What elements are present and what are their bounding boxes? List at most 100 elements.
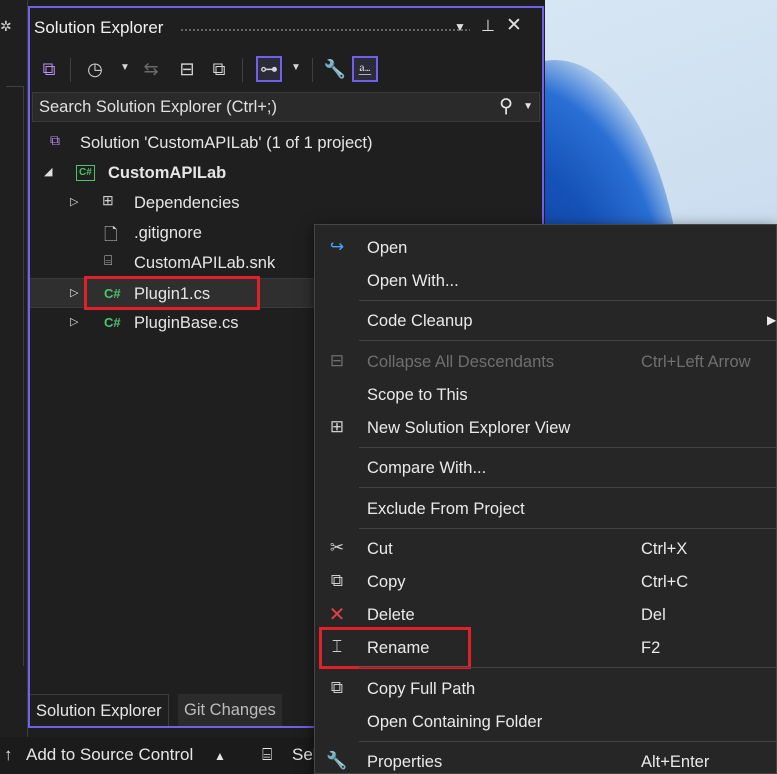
csharp-project-icon: C# xyxy=(76,165,95,181)
status-bar: ↑ Add to Source Control ▲ ⌸ Sel xyxy=(0,737,320,774)
menu-separator xyxy=(359,741,777,742)
tree-item-label: Dependencies xyxy=(134,194,240,212)
panel-toolbar: ⧉ ◷ ▼ ⇆ ⊟ ⧉ ⊶ ▼ 🔧 ⎁ xyxy=(30,50,542,90)
open-arrow-icon: ↪ xyxy=(329,237,345,256)
menu-item-open-with[interactable]: Open With... xyxy=(315,266,777,298)
menu-item-label: Exclude From Project xyxy=(367,500,525,518)
menu-separator xyxy=(359,528,777,529)
menu-item-label: Scope to This xyxy=(367,386,468,404)
menu-item-label: Open Containing Folder xyxy=(367,713,543,731)
adjacent-panel: ✲ xyxy=(0,0,28,740)
menu-item-properties[interactable]: 🔧 Properties Alt+Enter xyxy=(315,747,777,774)
delete-x-icon: ✕ xyxy=(328,604,346,626)
menu-separator xyxy=(359,447,777,448)
menu-separator xyxy=(359,667,777,668)
menu-item-label: Collapse All Descendants xyxy=(367,353,555,371)
repository-icon: ⌸ xyxy=(262,745,273,764)
toolbar-separator xyxy=(242,58,243,82)
preview-selected-items-icon[interactable]: ⎁ xyxy=(352,56,378,82)
tree-view-icon[interactable]: ⊶ xyxy=(256,56,282,82)
menu-item-copy-full-path[interactable]: ⧉ Copy Full Path xyxy=(315,674,777,706)
menu-item-exclude[interactable]: Exclude From Project xyxy=(315,494,777,526)
menu-item-cut[interactable]: ✂ Cut Ctrl+X xyxy=(315,534,777,566)
copy-icon: ⧉ xyxy=(330,678,344,697)
menu-item-open-containing-folder[interactable]: Open Containing Folder xyxy=(315,707,777,739)
tree-item-solution[interactable]: ⧉ Solution 'CustomAPILab' (1 of 1 projec… xyxy=(30,128,542,158)
menu-item-scope-to-this[interactable]: Scope to This xyxy=(315,380,777,412)
menu-item-shortcut: Ctrl+X xyxy=(641,540,688,558)
add-to-source-control-button[interactable]: Add to Source Control xyxy=(26,745,193,765)
search-input[interactable]: Search Solution Explorer (Ctrl+;) xyxy=(39,98,277,117)
key-file-icon: ⌸ xyxy=(104,252,113,268)
menu-item-label: Copy xyxy=(367,573,406,591)
menu-item-compare-with[interactable]: Compare With... xyxy=(315,453,777,485)
dependencies-icon: ⊞ xyxy=(102,192,114,208)
menu-separator xyxy=(359,340,777,341)
search-options-chevron-icon[interactable]: ▼ xyxy=(523,101,533,112)
file-icon: 🗋 xyxy=(104,225,118,244)
window-position-dropdown-icon[interactable]: ▼ xyxy=(450,20,470,34)
switch-views-icon[interactable]: ⧉ xyxy=(36,56,62,82)
menu-item-collapse-all: ⊟ Collapse All Descendants Ctrl+Left Arr… xyxy=(315,347,777,379)
search-icon[interactable]: ⚲ xyxy=(499,95,513,118)
sync-with-document-icon: ⇆ xyxy=(143,59,159,79)
toolbar-separator xyxy=(70,58,71,82)
show-all-files-icon[interactable]: ⧉ xyxy=(206,56,232,82)
tree-item-project[interactable]: ◢ C# CustomAPILab xyxy=(30,158,542,188)
close-icon[interactable]: ✕ xyxy=(504,14,524,37)
copy-icon: ⧉ xyxy=(330,571,344,590)
adjacent-panel-frame xyxy=(6,86,24,666)
wrench-icon[interactable]: 🔧 xyxy=(322,56,348,82)
submenu-arrow-icon: ▶ xyxy=(767,313,777,327)
arrow-up-icon: ↑ xyxy=(4,745,13,764)
menu-item-label: Open xyxy=(367,239,408,257)
menu-item-open[interactable]: ↪ Open xyxy=(315,233,777,265)
expanded-triangle-icon[interactable]: ◢ xyxy=(44,165,52,178)
panel-title: Solution Explorer xyxy=(34,18,164,37)
pin-icon[interactable]: ⊥ xyxy=(478,16,498,36)
highlight-box-rename xyxy=(319,627,471,669)
collapsed-triangle-icon[interactable]: ▷ xyxy=(70,286,78,299)
menu-item-shortcut: Alt+Enter xyxy=(641,753,710,771)
search-box[interactable]: Search Solution Explorer (Ctrl+;) ⚲ ▼ xyxy=(32,92,540,122)
drag-grip[interactable] xyxy=(180,28,470,33)
chevron-up-icon[interactable]: ▲ xyxy=(214,749,226,763)
select-repository-button[interactable]: Sel xyxy=(292,745,317,765)
collapse-icon: ⊟ xyxy=(329,351,345,370)
menu-separator xyxy=(359,300,777,301)
collapse-all-icon[interactable]: ⊟ xyxy=(174,56,200,82)
menu-item-label: Delete xyxy=(367,606,415,624)
menu-item-shortcut: Del xyxy=(641,606,666,624)
menu-item-shortcut: Ctrl+C xyxy=(641,573,689,591)
gear-icon[interactable]: ✲ xyxy=(0,18,12,35)
menu-item-code-cleanup[interactable]: Code Cleanup ▶ xyxy=(315,306,777,338)
menu-item-label: New Solution Explorer View xyxy=(367,419,571,437)
new-window-icon: ⊞ xyxy=(329,417,345,436)
collapsed-triangle-icon[interactable]: ▷ xyxy=(70,195,78,208)
highlight-box-plugin1 xyxy=(84,276,260,310)
menu-item-shortcut: F2 xyxy=(641,639,661,657)
csharp-file-icon: C# xyxy=(104,315,121,330)
collapsed-triangle-icon[interactable]: ▷ xyxy=(70,315,78,328)
chevron-down-icon[interactable]: ▼ xyxy=(120,62,130,73)
panel-title-bar: Solution Explorer ▼ ⊥ ✕ xyxy=(30,8,542,42)
tab-git-changes[interactable]: Git Changes xyxy=(178,694,282,726)
pending-changes-filter-icon[interactable]: ◷ xyxy=(82,56,108,82)
menu-item-label: Open With... xyxy=(367,272,459,290)
scissors-icon: ✂ xyxy=(329,538,345,557)
context-menu: ↪ Open Open With... Code Cleanup ▶ ⊟ Col… xyxy=(314,224,777,774)
tree-item-label: CustomAPILab xyxy=(108,164,227,182)
tree-item-dependencies[interactable]: ▷ ⊞ Dependencies xyxy=(30,188,542,218)
tree-item-label: .gitignore xyxy=(134,224,202,242)
menu-item-shortcut: Ctrl+Left Arrow xyxy=(641,353,751,371)
wrench-icon: 🔧 xyxy=(326,751,348,770)
menu-item-label: Copy Full Path xyxy=(367,680,476,698)
menu-item-copy[interactable]: ⧉ Copy Ctrl+C xyxy=(315,567,777,599)
chevron-down-icon[interactable]: ▼ xyxy=(291,62,301,73)
toolbar-separator xyxy=(312,58,313,82)
menu-item-new-view[interactable]: ⊞ New Solution Explorer View xyxy=(315,413,777,445)
tree-item-label: CustomAPILab.snk xyxy=(134,254,276,272)
menu-item-label: Properties xyxy=(367,753,443,771)
tree-item-label: PluginBase.cs xyxy=(134,314,239,332)
tab-solution-explorer[interactable]: Solution Explorer xyxy=(30,694,169,726)
